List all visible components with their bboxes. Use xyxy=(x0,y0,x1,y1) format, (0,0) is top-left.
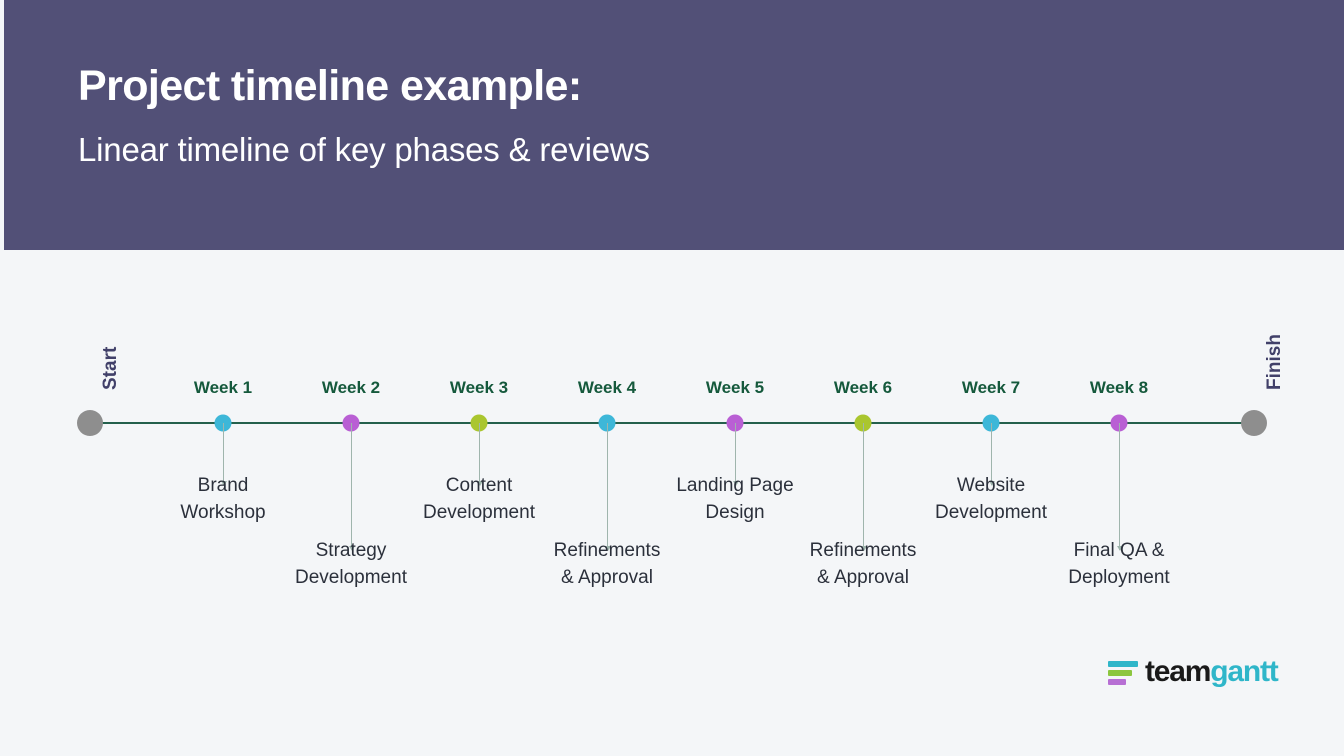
logo-bar-top xyxy=(1108,661,1138,667)
task-label-line-2: & Approval xyxy=(817,567,909,588)
logo-wordmark: teamgantt xyxy=(1145,655,1279,688)
logo-text-gantt: gantt xyxy=(1210,655,1279,688)
week-label-7: Week 7 xyxy=(961,378,1021,397)
milestone-task-label-1: Brand Workshop xyxy=(180,472,265,526)
milestone-connector-6 xyxy=(860,423,867,551)
task-label-line-1: Strategy xyxy=(315,540,387,561)
milestone-task-label-8: Final QA & Deployment xyxy=(1068,537,1169,591)
page-subtitle: Linear timeline of key phases & reviews xyxy=(78,131,650,168)
task-label-line-1: Final QA & xyxy=(1073,540,1165,561)
task-label-line-2: Development xyxy=(295,567,407,588)
timeline-axis xyxy=(90,422,1254,424)
logo-bars-icon xyxy=(1108,659,1138,685)
task-label-line-2: & Approval xyxy=(561,567,653,588)
logo-bar-middle xyxy=(1108,670,1132,676)
task-label-line-2: Development xyxy=(935,502,1047,523)
timeline-start-label: Start xyxy=(100,346,121,390)
milestone-connector-8 xyxy=(1116,423,1123,551)
task-label-line-1: Brand xyxy=(197,475,249,496)
week-label-6: Week 6 xyxy=(833,378,893,397)
milestone-task-label-7: Website Development xyxy=(935,472,1047,526)
week-label-4: Week 4 xyxy=(577,378,637,397)
timeline-start-dot xyxy=(77,410,103,436)
task-label-line-1: Landing Page xyxy=(676,475,794,496)
week-label-8: Week 8 xyxy=(1089,378,1149,397)
task-label-line-2: Design xyxy=(705,502,765,523)
milestone-connector-4 xyxy=(604,423,611,551)
task-label-line-2: Deployment xyxy=(1068,567,1170,588)
week-label-3: Week 3 xyxy=(449,378,509,397)
page-title: Project timeline example: xyxy=(78,62,582,110)
task-label-line-2: Development xyxy=(423,502,535,523)
milestone-task-label-2: Strategy Development xyxy=(295,537,407,591)
task-label-line-1: Website xyxy=(956,475,1026,496)
task-label-line-1: Refinements xyxy=(553,540,661,561)
timeline-finish-label: Finish xyxy=(1264,334,1285,390)
task-label-line-1: Content xyxy=(445,475,513,496)
milestone-connector-2 xyxy=(348,423,355,551)
task-label-line-1: Refinements xyxy=(809,540,917,561)
week-label-1: Week 1 xyxy=(193,378,253,397)
week-label-5: Week 5 xyxy=(705,378,765,397)
timeline-finish-dot xyxy=(1241,410,1267,436)
teamgantt-logo: teamgantt xyxy=(1108,655,1279,688)
header-banner: Project timeline example: Linear timelin… xyxy=(4,0,1344,250)
milestone-task-label-4: Refinements & Approval xyxy=(554,537,661,591)
logo-text-team: team xyxy=(1145,655,1211,688)
task-label-line-2: Workshop xyxy=(180,502,266,523)
logo-bar-bottom xyxy=(1108,679,1126,685)
milestone-task-label-3: Content Development xyxy=(423,472,535,526)
milestone-task-label-6: Refinements & Approval xyxy=(810,537,917,591)
week-label-2: Week 2 xyxy=(321,378,381,397)
milestone-task-label-5: Landing Page Design xyxy=(676,472,793,526)
